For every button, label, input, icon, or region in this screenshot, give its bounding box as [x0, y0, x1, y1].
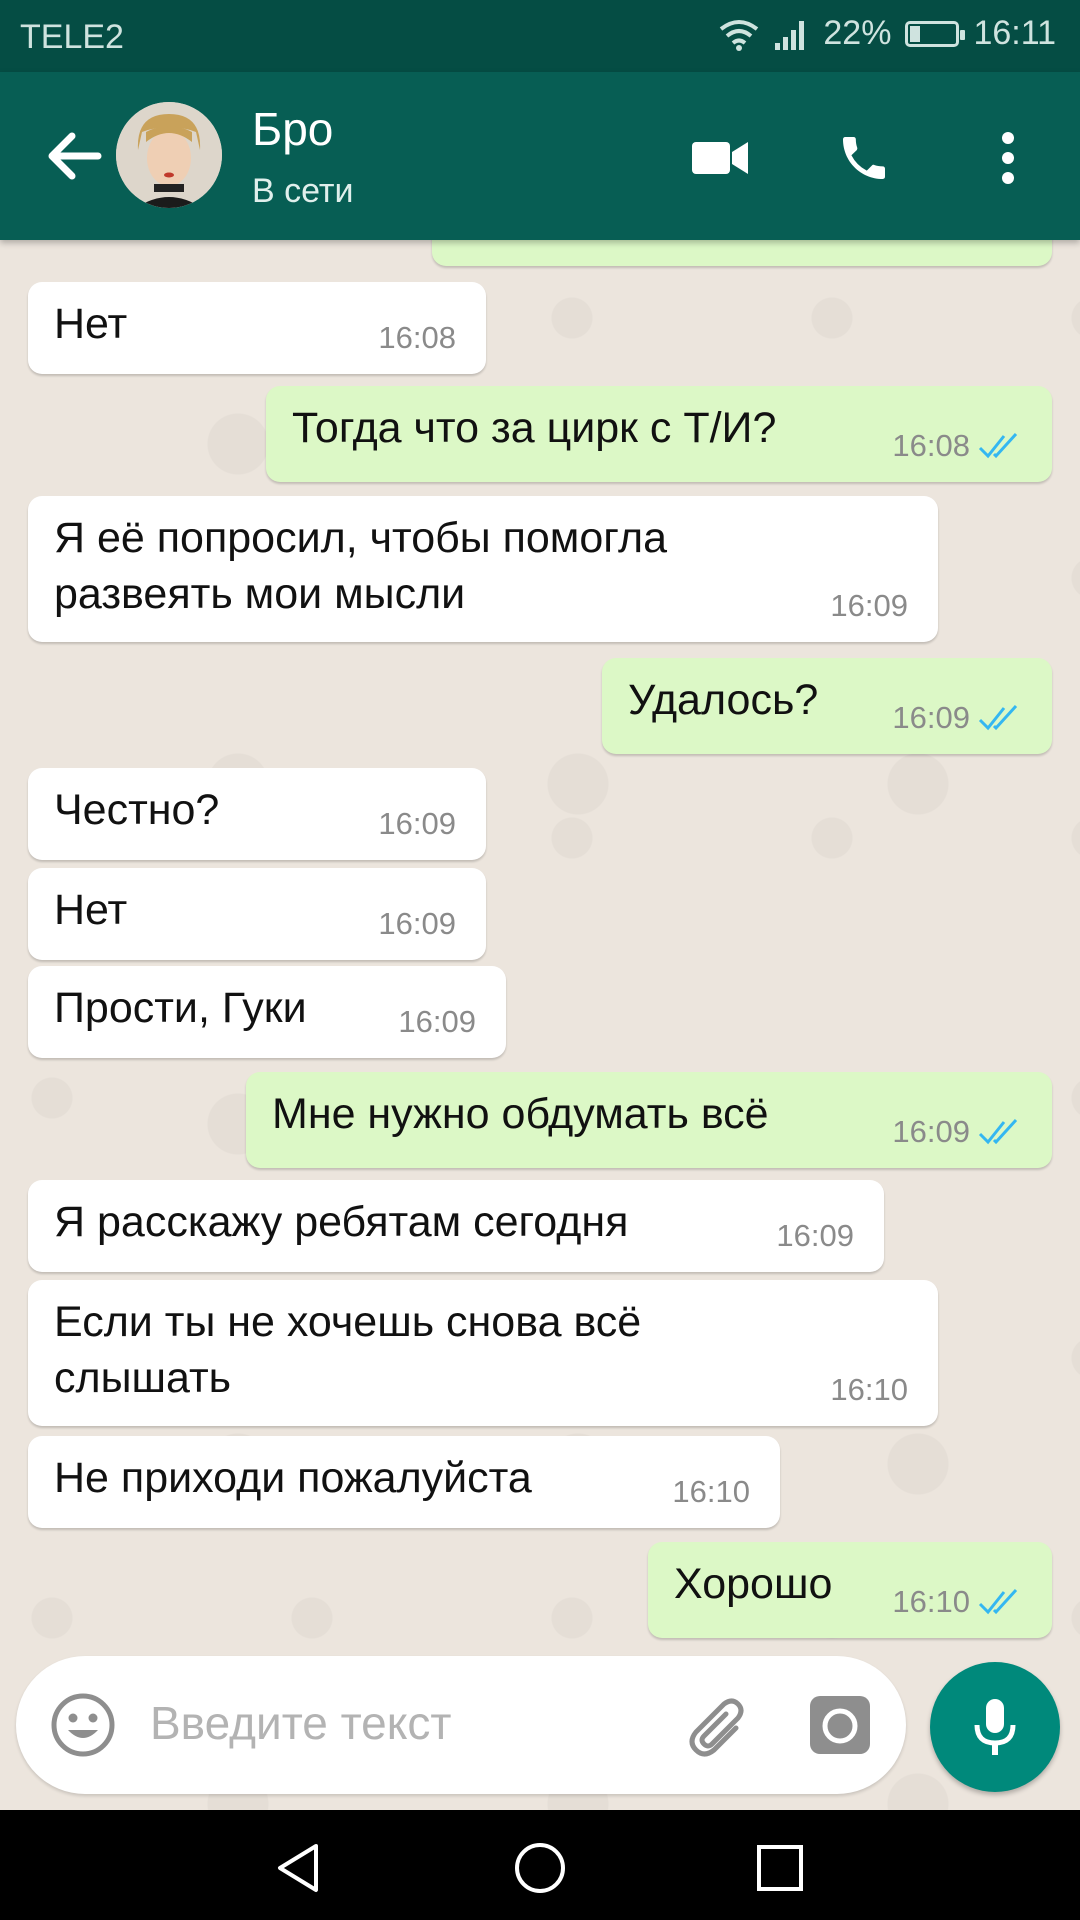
more-vert-icon [1002, 132, 1014, 184]
battery-percent: 22% [823, 14, 892, 52]
wifi-icon [720, 19, 759, 51]
nav-home-icon[interactable] [512, 1840, 568, 1896]
back-button[interactable] [42, 124, 106, 188]
avatar[interactable] [116, 102, 222, 208]
message-bubble-outgoing[interactable]: Мне нужно обдумать всё 16:09 [246, 1072, 1052, 1168]
message-time: 16:09 [830, 588, 908, 623]
message-meta: 16:09 [398, 994, 476, 1050]
message-bubble-incoming[interactable]: Нет 16:08 [28, 282, 486, 374]
message-time: 16:09 [398, 1004, 476, 1039]
video-call-icon [692, 142, 748, 174]
message-time: 16:10 [672, 1474, 750, 1509]
message-bubble-incoming[interactable]: Если ты не хочешь снова всё слышать 16:1… [28, 1280, 938, 1426]
voice-call-button[interactable] [824, 118, 904, 198]
message-bubble-outgoing[interactable]: Хорошо 16:10 [648, 1542, 1052, 1638]
contact-status: В сети [252, 172, 354, 210]
nav-back-icon[interactable] [272, 1840, 328, 1896]
message-meta: 16:09 [776, 1208, 854, 1264]
carrier-label: TELE2 [20, 18, 124, 56]
message-text: Не приходи пожалуйста [54, 1454, 532, 1502]
message-bubble-outgoing[interactable]: Тогда что за цирк с Т/И? 16:08 [266, 386, 1052, 482]
message-time: 16:09 [378, 906, 456, 941]
message-bubble-outgoing[interactable]: Удалось? 16:09 [602, 658, 1052, 754]
mic-button[interactable] [930, 1662, 1060, 1792]
message-time: 16:10 [892, 1584, 970, 1619]
message-bubble-incoming[interactable]: Не приходи пожалуйста 16:10 [28, 1436, 780, 1528]
status-bar: TELE2 22% 16:11 [0, 0, 1080, 72]
message-meta: 16:10 [830, 1362, 908, 1418]
video-call-button[interactable] [680, 118, 760, 198]
status-icons: 22% 16:11 [719, 14, 1056, 53]
message-meta: 16:10 [672, 1464, 750, 1520]
message-meta: 16:08 [378, 310, 456, 366]
clock: 16:11 [973, 14, 1056, 52]
message-meta: 16:09 [378, 896, 456, 952]
chat-header: Бро В сети [0, 72, 1080, 240]
message-time: 16:08 [378, 320, 456, 355]
message-meta: 16:09 [892, 690, 1022, 746]
more-options-button[interactable] [968, 118, 1048, 198]
double-check-icon [978, 432, 1018, 459]
battery-icon [905, 20, 966, 47]
double-check-icon [978, 704, 1018, 731]
message-meta: 16:10 [892, 1574, 1022, 1630]
phone-icon [843, 137, 885, 179]
message-time: 16:09 [776, 1218, 854, 1253]
message-time: 16:09 [892, 1114, 970, 1149]
message-bubble-incoming[interactable]: Прости, Гуки 16:09 [28, 966, 506, 1058]
nav-recents-icon[interactable] [752, 1840, 808, 1896]
message-bubble-incoming[interactable]: Честно? 16:09 [28, 768, 486, 860]
mic-icon [974, 1699, 1016, 1755]
message-text: Я расскажу ребятам сегодня [54, 1198, 629, 1246]
signal-icon [775, 20, 805, 50]
message-time: 16:09 [378, 806, 456, 841]
message-bubble-incoming[interactable]: Я её попросил, чтобы помогла развеять мо… [28, 496, 938, 642]
battery-fill [910, 25, 921, 42]
camera-icon[interactable] [808, 1694, 872, 1756]
message-bubble-incoming[interactable]: Я расскажу ребятам сегодня 16:09 [28, 1180, 884, 1272]
attach-icon[interactable] [684, 1692, 754, 1762]
message-meta: 16:09 [378, 796, 456, 852]
message-meta: 16:09 [892, 1104, 1022, 1160]
message-input[interactable]: Введите текст [150, 1696, 451, 1750]
contact-name[interactable]: Бро [252, 102, 333, 156]
message-meta: 16:09 [830, 578, 908, 634]
system-nav-bar [0, 1810, 1080, 1920]
message-bubble-incoming[interactable]: Нет 16:09 [28, 868, 486, 960]
double-check-icon [978, 1588, 1018, 1615]
message-time: 16:09 [892, 700, 970, 735]
double-check-icon [978, 1118, 1018, 1145]
message-meta: 16:08 [892, 418, 1022, 474]
message-composer[interactable]: Введите текст [16, 1656, 906, 1794]
emoji-icon[interactable] [50, 1692, 116, 1758]
message-time: 16:10 [830, 1372, 908, 1407]
back-arrow-icon [48, 132, 102, 180]
avatar-image [116, 102, 222, 208]
message-text: Я её попросил, чтобы помогла развеять мо… [54, 514, 668, 618]
chat-area[interactable]: Нет 16:08 Тогда что за цирк с Т/И? 16:08… [0, 200, 1080, 1810]
message-text: Если ты не хочешь снова всё слышать [54, 1298, 642, 1402]
message-time: 16:08 [892, 428, 970, 463]
